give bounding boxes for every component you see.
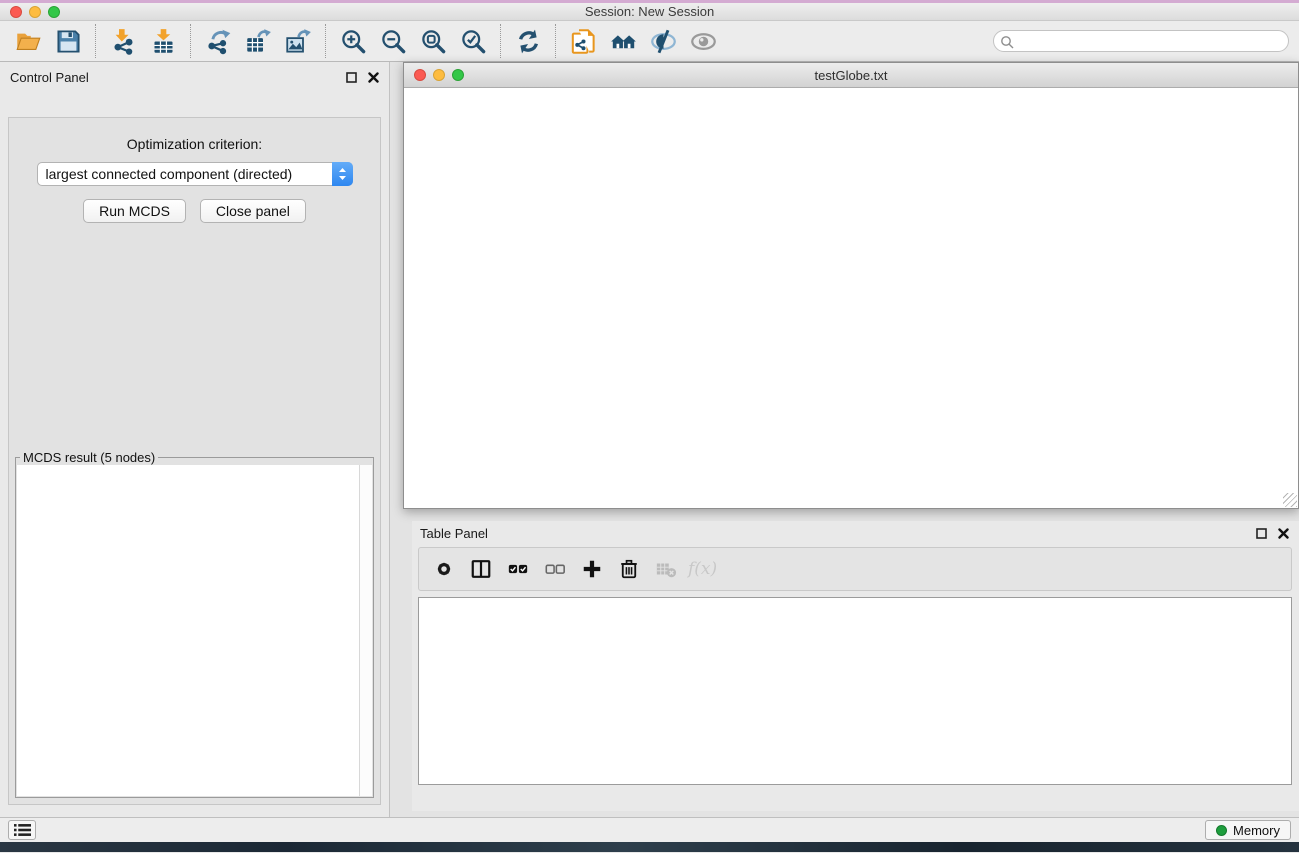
zoom-out-button[interactable] xyxy=(373,24,413,58)
network-window-titlebar[interactable]: testGlobe.txt xyxy=(404,63,1298,88)
table-settings-button[interactable] xyxy=(429,553,459,585)
criterion-selected-value: largest connected component (directed) xyxy=(38,166,332,182)
delete-columns-button[interactable] xyxy=(614,553,644,585)
open-session-button[interactable] xyxy=(8,24,48,58)
application-window: Session: New Session xyxy=(0,0,1299,853)
close-panel-icon[interactable] xyxy=(367,72,379,84)
table-panel-title: Table Panel xyxy=(420,526,488,541)
zoom-fit-button[interactable] xyxy=(413,24,453,58)
network-window: testGlobe.txt xyxy=(403,62,1299,509)
mcds-result-title: MCDS result (5 nodes) xyxy=(20,450,158,465)
select-all-icon xyxy=(507,558,529,580)
split-panel-icon xyxy=(470,558,492,580)
zoom-selected-icon xyxy=(460,28,487,55)
network-canvas[interactable] xyxy=(404,88,1298,508)
mcds-result-list xyxy=(17,465,359,796)
select-all-columns-button[interactable] xyxy=(503,553,533,585)
houses-icon xyxy=(610,28,637,55)
deselect-all-columns-button[interactable] xyxy=(540,553,570,585)
select-stepper-icon xyxy=(332,162,353,186)
toolbar-separator xyxy=(500,24,501,58)
export-network-icon xyxy=(205,28,232,55)
mcds-panel: Optimization criterion: largest connecte… xyxy=(8,117,381,805)
toolbar-separator xyxy=(555,24,556,58)
float-panel-icon[interactable] xyxy=(1255,528,1267,540)
plus-icon xyxy=(581,558,603,580)
optimization-criterion-label: Optimization criterion: xyxy=(9,136,380,152)
import-network-icon xyxy=(110,28,137,55)
search-input[interactable] xyxy=(993,30,1289,52)
main-area: Control Panel Optimization criterion: la… xyxy=(0,62,1299,817)
titlebar: Session: New Session xyxy=(0,3,1299,21)
export-image-button[interactable] xyxy=(278,24,318,58)
export-image-icon xyxy=(285,28,312,55)
memory-label: Memory xyxy=(1233,823,1280,838)
control-panel-title: Control Panel xyxy=(10,70,89,85)
status-bar: Memory xyxy=(0,817,1299,842)
function-builder-button: f(x) xyxy=(688,553,717,585)
export-table-icon xyxy=(245,28,272,55)
result-scrollbar[interactable] xyxy=(359,465,372,796)
zoom-out-icon xyxy=(380,28,407,55)
network-from-file-button[interactable] xyxy=(563,24,603,58)
import-network-button[interactable] xyxy=(103,24,143,58)
home-networks-button[interactable] xyxy=(603,24,643,58)
gear-icon xyxy=(433,558,455,580)
search-icon xyxy=(1000,35,1014,49)
table-toolbar: f(x) xyxy=(418,547,1292,591)
network-graph xyxy=(404,88,1298,508)
eye-slash-icon xyxy=(650,28,677,55)
control-panel: Control Panel Optimization criterion: la… xyxy=(0,62,390,817)
hide-graphics-details-button[interactable] xyxy=(643,24,683,58)
import-table-icon xyxy=(150,28,177,55)
delete-table-button xyxy=(651,553,681,585)
zoom-fit-icon xyxy=(420,28,447,55)
export-network-button[interactable] xyxy=(198,24,238,58)
zoom-in-icon xyxy=(340,28,367,55)
criterion-select[interactable]: largest connected component (directed) xyxy=(37,162,353,186)
float-panel-icon[interactable] xyxy=(345,72,357,84)
save-icon xyxy=(55,28,82,55)
memory-status-icon xyxy=(1216,825,1227,836)
window-resize-grip[interactable] xyxy=(1283,493,1297,507)
run-mcds-button[interactable]: Run MCDS xyxy=(83,199,186,223)
toolbar-separator xyxy=(190,24,191,58)
network-window-title: testGlobe.txt xyxy=(404,68,1298,83)
import-table-button[interactable] xyxy=(143,24,183,58)
close-panel-icon[interactable] xyxy=(1277,528,1289,540)
add-column-button[interactable] xyxy=(577,553,607,585)
zoom-in-button[interactable] xyxy=(333,24,373,58)
export-table-button[interactable] xyxy=(238,24,278,58)
network-file-icon xyxy=(570,28,597,55)
function-icon: f(x) xyxy=(688,559,717,579)
eye-icon xyxy=(690,28,717,55)
close-panel-button[interactable]: Close panel xyxy=(200,199,306,223)
control-panel-header: Control Panel xyxy=(0,62,389,89)
toolbar-separator xyxy=(325,24,326,58)
save-session-button[interactable] xyxy=(48,24,88,58)
list-icon xyxy=(14,823,31,837)
zoom-selected-button[interactable] xyxy=(453,24,493,58)
window-title: Session: New Session xyxy=(0,4,1299,19)
toolbar-separator xyxy=(95,24,96,58)
node-table xyxy=(418,597,1292,785)
task-history-button[interactable] xyxy=(8,820,36,840)
main-toolbar xyxy=(0,21,1299,62)
desktop-background xyxy=(0,842,1299,852)
delete-table-icon xyxy=(655,558,677,580)
desktop-pane: testGlobe.txt Table Panel xyxy=(390,62,1299,817)
trash-icon xyxy=(618,558,640,580)
toolbar-search xyxy=(993,30,1289,52)
table-panel: Table Panel xyxy=(412,521,1299,811)
birdseye-view-button[interactable] xyxy=(683,24,723,58)
split-panel-button[interactable] xyxy=(466,553,496,585)
refresh-icon xyxy=(515,28,542,55)
deselect-all-icon xyxy=(544,558,566,580)
mcds-result-box: MCDS result (5 nodes) xyxy=(15,450,374,798)
memory-button[interactable]: Memory xyxy=(1205,820,1291,840)
refresh-layout-button[interactable] xyxy=(508,24,548,58)
